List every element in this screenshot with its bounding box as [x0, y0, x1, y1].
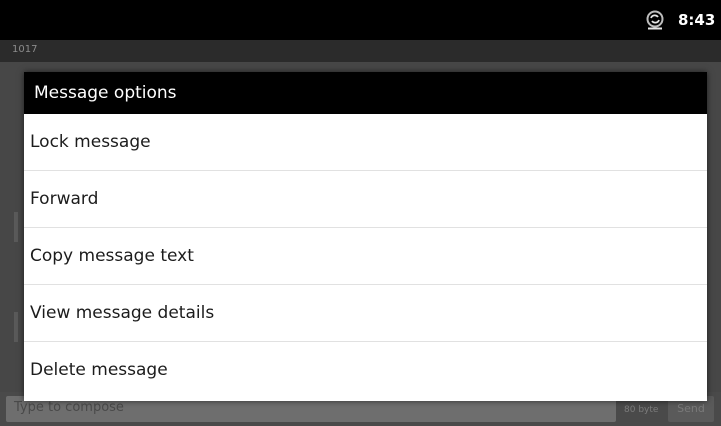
menu-item-label: Lock message [30, 132, 151, 152]
message-options-dialog: Message options Lock message Forward Cop… [24, 72, 707, 401]
dialog-title-bar: Message options [24, 72, 707, 114]
sync-icon [646, 10, 664, 30]
menu-item-label: Copy message text [30, 246, 194, 266]
dialog-title: Message options [34, 83, 177, 103]
menu-item-view-details[interactable]: View message details [24, 285, 707, 342]
menu-item-lock-message[interactable]: Lock message [24, 114, 707, 171]
message-bubble [14, 312, 18, 342]
app-header: 1017 [0, 40, 721, 62]
menu-item-label: Delete message [30, 360, 168, 380]
options-menu: Lock message Forward Copy message text V… [24, 114, 707, 401]
conversation-title: 1017 [12, 44, 38, 55]
message-bubble [14, 212, 18, 242]
menu-item-forward[interactable]: Forward [24, 171, 707, 228]
byte-counter: 80 byte [624, 405, 659, 415]
menu-item-label: Forward [30, 189, 99, 209]
status-bar: 8:43 [0, 0, 721, 40]
compose-placeholder: Type to compose [14, 400, 124, 415]
menu-item-label: View message details [30, 303, 215, 323]
clock: 8:43 [678, 11, 716, 29]
menu-item-copy-text[interactable]: Copy message text [24, 228, 707, 285]
menu-item-delete-message[interactable]: Delete message [24, 342, 707, 401]
